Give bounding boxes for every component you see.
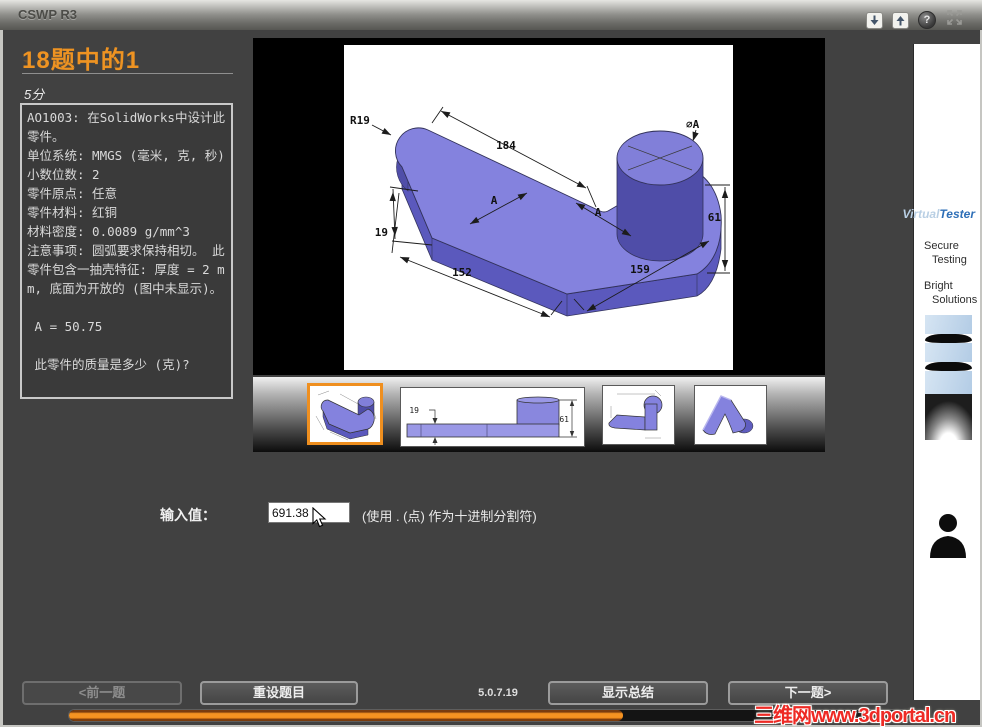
question-points: 5分 — [24, 87, 45, 102]
dim-height: 61 — [708, 211, 722, 224]
dim-thickness: 19 — [375, 226, 388, 239]
tagline-secure-testing: Secure Testing — [924, 239, 967, 267]
tagline-line: Solutions — [932, 294, 978, 306]
cad-drawing: R19 184 ⌀A 61 A A 19 152 159 — [344, 45, 733, 370]
dim-a1: A — [491, 194, 498, 207]
version-label: 5.0.7.19 — [478, 687, 518, 699]
thumbnail-isometric-selected[interactable] — [307, 383, 383, 445]
mouse-cursor — [312, 506, 327, 534]
answer-input[interactable] — [268, 502, 350, 523]
titlebar-icons: ? — [866, 8, 964, 32]
question-text-box: AO1003: 在SolidWorks中设计此零件。 单位系统: MMGS (毫… — [20, 103, 233, 399]
thumbnail-isometric-alt[interactable] — [694, 385, 767, 445]
sidebar-panel: VirtualTester Secure Testing Bright Solu… — [903, 44, 980, 700]
tagline-line: Secure — [924, 240, 959, 252]
help-icon[interactable]: ? — [918, 11, 936, 29]
question-counter: 18题中的1 — [22, 47, 141, 74]
dim-left-length: 152 — [452, 266, 472, 279]
dim-diameter: ⌀A — [686, 118, 700, 131]
show-summary-button[interactable]: 显示总结 — [548, 681, 708, 705]
tagline-line: Bright — [924, 280, 953, 292]
tagline-bright-solutions: Bright Solutions — [924, 279, 977, 307]
reset-question-button[interactable]: 重设题目 — [200, 681, 358, 705]
window-border-left — [0, 28, 3, 727]
cad-part-isometric: R19 184 ⌀A 61 A A 19 152 159 — [344, 45, 733, 370]
brand-dark: Tester — [939, 207, 975, 221]
brand-light: Virtual — [902, 207, 940, 221]
arrow-up-icon[interactable] — [892, 11, 909, 29]
arrow-down-icon[interactable] — [866, 11, 883, 29]
watermark: 三维网www.3dportal.cn — [754, 705, 956, 727]
dim-radius: R19 — [350, 114, 370, 127]
thumbnail-strip: 19 61 — [253, 377, 825, 452]
app-window: CSWP R3 ? 18题中的1 18题中的1 5分 AO1003: 在Soli… — [0, 0, 982, 727]
person-silhouette-icon — [927, 512, 969, 563]
virtualtester-logo: VirtualTester — [903, 207, 975, 221]
eye-photo-art — [925, 315, 972, 440]
thumb-dim-height: 61 — [559, 415, 569, 424]
help-glyph: ? — [923, 14, 931, 26]
dim-a2: A — [595, 206, 602, 219]
fullscreen-icon[interactable] — [945, 8, 964, 32]
dim-right-length: 159 — [630, 263, 650, 276]
tagline-line: Testing — [932, 254, 967, 266]
window-title: CSWP R3 — [18, 7, 77, 22]
progress-fill — [69, 710, 624, 721]
thumbnail-side-view[interactable]: 19 61 — [400, 387, 585, 447]
answer-label: 输入值： — [160, 507, 216, 523]
previous-question-button[interactable]: <前一题 — [22, 681, 182, 705]
thumb-dim-thickness: 19 — [409, 406, 419, 415]
answer-hint: (使用 . (点) 作为十进制分割符) — [362, 509, 537, 524]
dim-top-length: 184 — [496, 139, 516, 152]
title-bar: CSWP R3 ? — [0, 0, 982, 30]
image-viewer: R19 184 ⌀A 61 A A 19 152 159 — [253, 38, 825, 375]
thumbnail-top-view[interactable] — [602, 385, 675, 445]
